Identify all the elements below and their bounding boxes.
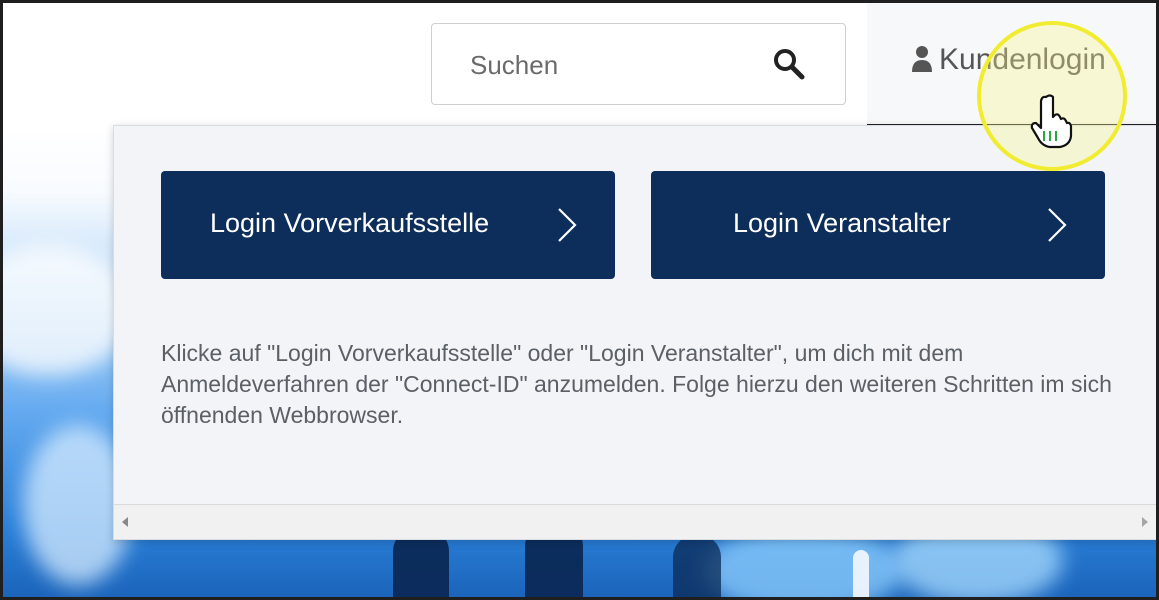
- search-box[interactable]: Suchen: [431, 23, 846, 105]
- crowd-silhouette: [673, 535, 721, 597]
- scrollbar-track[interactable]: [136, 515, 1134, 529]
- login-veranstalter-label: Login Veranstalter: [733, 208, 951, 238]
- user-icon: [912, 46, 932, 72]
- scroll-right-arrow-icon[interactable]: [1142, 517, 1148, 527]
- hand-pointer-cursor-icon: [1030, 94, 1073, 149]
- login-veranstalter-button[interactable]: Login Veranstalter: [651, 171, 1105, 279]
- search-input[interactable]: Suchen: [470, 50, 558, 81]
- chevron-right-icon: [558, 208, 577, 242]
- screenshot-frame: Suchen Kundenlogin Login Vorverkaufsstel…: [0, 0, 1159, 600]
- crowd-silhouette: [853, 550, 869, 597]
- login-dropdown-panel: Login Vorverkaufsstelle Login Veranstalt…: [113, 125, 1156, 540]
- chevron-right-icon: [1048, 208, 1067, 242]
- search-icon[interactable]: [771, 46, 807, 82]
- login-vorverkaufsstelle-button[interactable]: Login Vorverkaufsstelle: [161, 171, 615, 279]
- scroll-left-arrow-icon[interactable]: [122, 517, 128, 527]
- horizontal-scrollbar[interactable]: [114, 504, 1156, 539]
- login-info-text: Klicke auf "Login Vorverkaufsstelle" ode…: [161, 340, 1112, 428]
- login-vorverkaufsstelle-label: Login Vorverkaufsstelle: [210, 208, 490, 238]
